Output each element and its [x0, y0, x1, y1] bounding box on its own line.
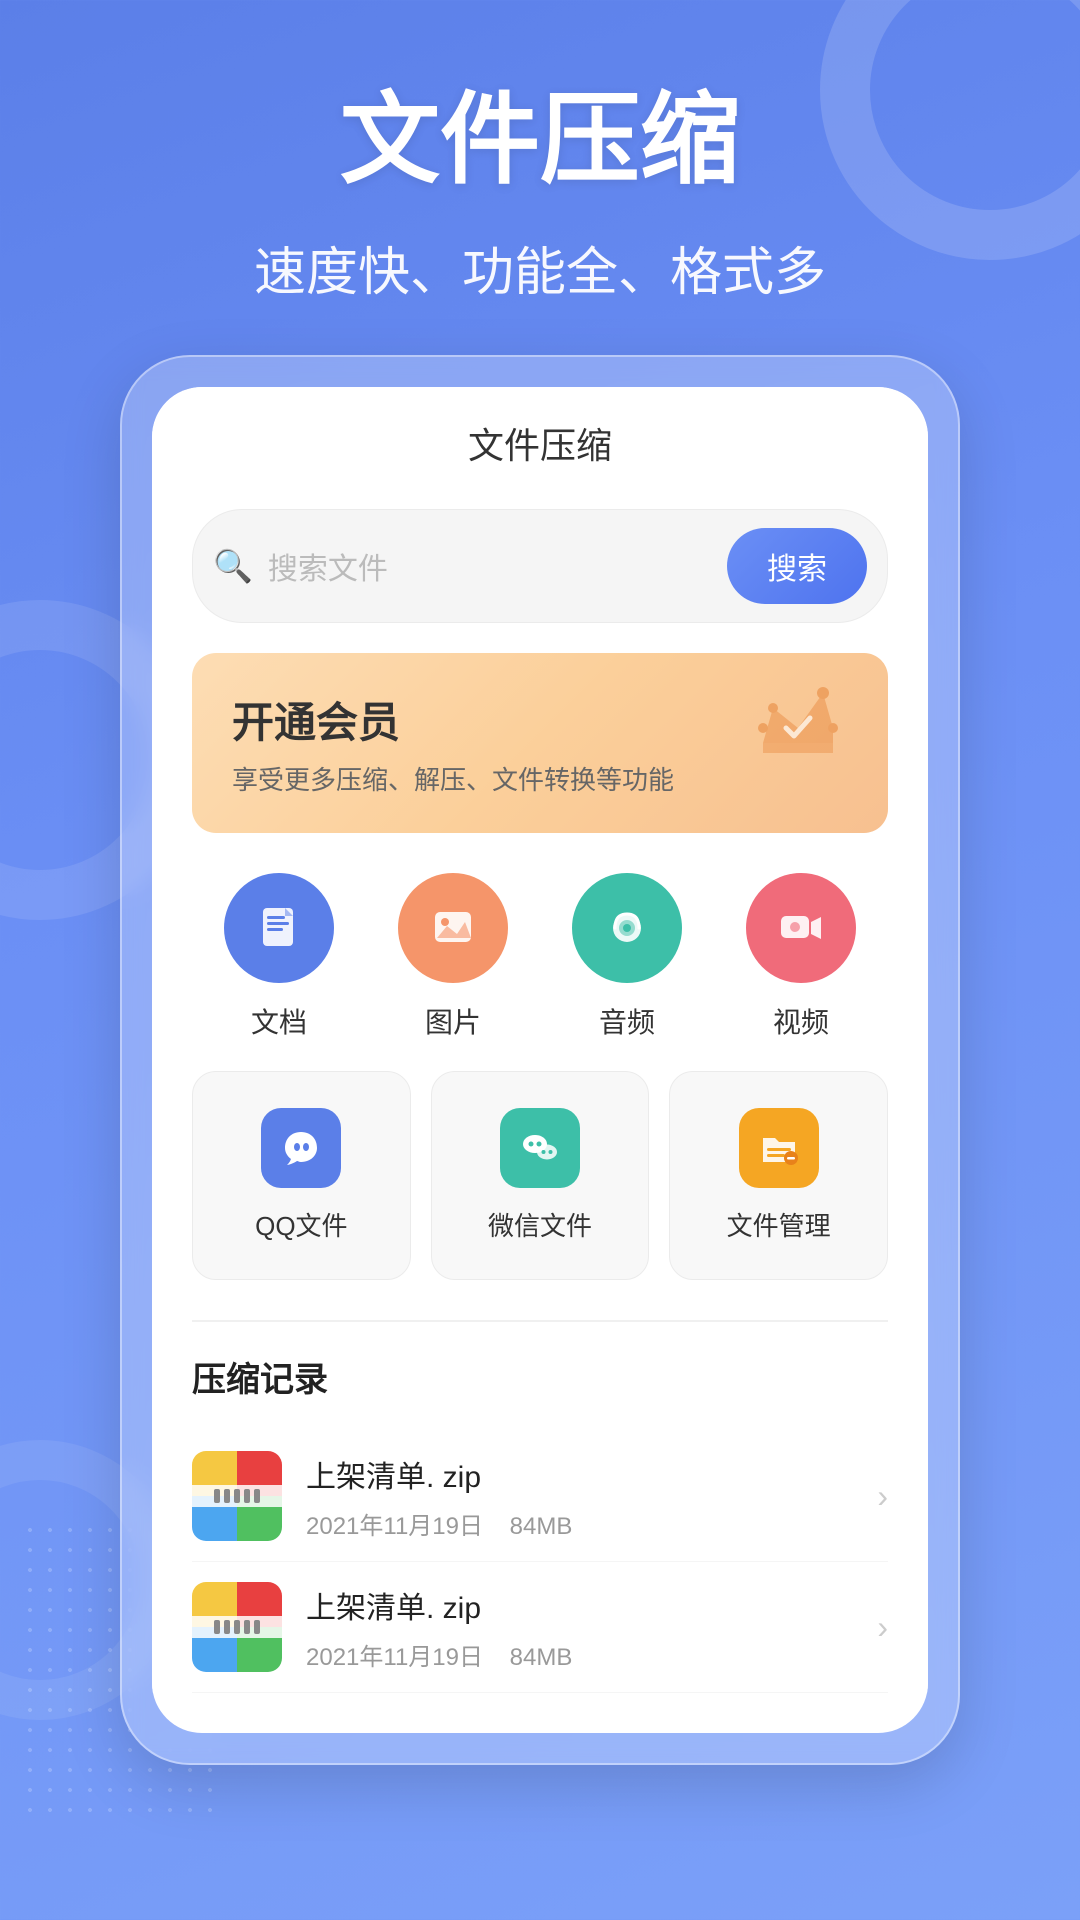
record-arrow-1: › — [877, 1478, 888, 1515]
tool-icon-wechat — [500, 1108, 580, 1188]
category-section: 文档 图片 — [152, 863, 928, 1071]
category-label-doc: 文档 — [251, 1001, 307, 1041]
records-title: 压缩记录 — [192, 1352, 888, 1401]
category-label-video: 视频 — [773, 1001, 829, 1041]
record-arrow-2: › — [877, 1609, 888, 1646]
category-item-image[interactable]: 图片 — [398, 873, 508, 1041]
phone-inner: 文件压缩 🔍 搜索文件 搜索 开通会员 享受更多压缩、解压、文件转换等功能 — [152, 387, 928, 1733]
zip-icon-2 — [192, 1582, 282, 1672]
category-item-video[interactable]: 视频 — [746, 873, 856, 1041]
record-info-1: 上架清单. zip 2021年11月19日 84MB — [306, 1452, 853, 1541]
tool-section: QQ文件 微信 — [152, 1071, 928, 1310]
tool-icon-qq — [261, 1108, 341, 1188]
phone-mockup: 文件压缩 🔍 搜索文件 搜索 开通会员 享受更多压缩、解压、文件转换等功能 — [120, 355, 960, 1765]
category-grid: 文档 图片 — [192, 873, 888, 1041]
search-button[interactable]: 搜索 — [727, 528, 867, 604]
tool-label-qq: QQ文件 — [255, 1206, 347, 1243]
record-meta-2: 2021年11月19日 84MB — [306, 1637, 853, 1672]
hero-section: 文件压缩 速度快、功能全、格式多 — [0, 0, 1080, 355]
category-icon-doc — [224, 873, 334, 983]
category-icon-audio — [572, 873, 682, 983]
crown-icon — [748, 673, 848, 797]
page-content: 文件压缩 速度快、功能全、格式多 文件压缩 🔍 搜索文件 搜索 开通会员 享受更… — [0, 0, 1080, 1765]
category-label-audio: 音频 — [599, 1001, 655, 1041]
record-name-2: 上架清单. zip — [306, 1583, 853, 1627]
search-bar[interactable]: 🔍 搜索文件 搜索 — [192, 509, 888, 623]
tool-icon-files — [739, 1108, 819, 1188]
category-icon-video — [746, 873, 856, 983]
tool-item-wechat[interactable]: 微信文件 — [431, 1071, 650, 1280]
record-meta-1: 2021年11月19日 84MB — [306, 1506, 853, 1541]
category-label-image: 图片 — [425, 1001, 481, 1041]
record-name-1: 上架清单. zip — [306, 1452, 853, 1496]
record-info-2: 上架清单. zip 2021年11月19日 84MB — [306, 1583, 853, 1672]
record-item-2[interactable]: 上架清单. zip 2021年11月19日 84MB › — [192, 1562, 888, 1693]
search-input[interactable]: 搜索文件 — [268, 544, 712, 588]
phone-app-title: 文件压缩 — [202, 417, 878, 469]
category-item-doc[interactable]: 文档 — [224, 873, 334, 1041]
search-section: 🔍 搜索文件 搜索 — [152, 489, 928, 653]
phone-header: 文件压缩 — [152, 387, 928, 489]
hero-title: 文件压缩 — [60, 80, 1020, 200]
hero-subtitle: 速度快、功能全、格式多 — [60, 230, 1020, 305]
tool-item-qq[interactable]: QQ文件 — [192, 1071, 411, 1280]
tool-label-files: 文件管理 — [727, 1206, 831, 1243]
zip-icon-1 — [192, 1451, 282, 1541]
section-divider — [192, 1320, 888, 1322]
tool-item-files[interactable]: 文件管理 — [669, 1071, 888, 1280]
record-item-1[interactable]: 上架清单. zip 2021年11月19日 84MB › — [192, 1431, 888, 1562]
records-section: 压缩记录 — [152, 1352, 928, 1693]
tool-label-wechat: 微信文件 — [488, 1206, 592, 1243]
vip-banner[interactable]: 开通会员 享受更多压缩、解压、文件转换等功能 — [192, 653, 888, 833]
search-icon: 🔍 — [213, 547, 253, 585]
tool-grid: QQ文件 微信 — [192, 1071, 888, 1280]
category-item-audio[interactable]: 音频 — [572, 873, 682, 1041]
category-icon-image — [398, 873, 508, 983]
